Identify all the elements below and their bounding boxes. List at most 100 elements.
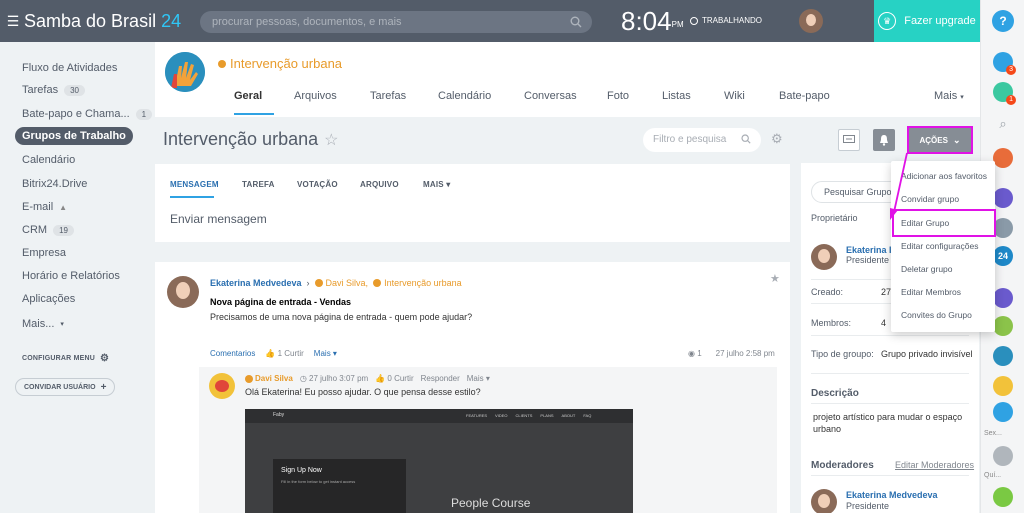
tab-geral[interactable]: Geral (234, 90, 262, 102)
lock-icon[interactable] (993, 316, 1013, 336)
menu-item-edit-settings[interactable]: Editar configurações (901, 241, 979, 251)
lock-icon[interactable] (993, 402, 1013, 422)
chat-button[interactable] (838, 129, 860, 151)
work-status[interactable]: TRABALHANDO (690, 16, 762, 25)
contact-avatar-icon[interactable] (993, 188, 1013, 208)
post-more-button[interactable]: Mais ▾ (314, 349, 337, 358)
upgrade-button[interactable]: ♛ Fazer upgrade (874, 0, 980, 42)
commenter-avatar[interactable] (209, 373, 235, 399)
tab-wiki[interactable]: Wiki (724, 90, 745, 102)
notifications-button[interactable] (873, 129, 895, 151)
gear-icon[interactable]: ⚙ (771, 132, 783, 145)
owner-avatar[interactable] (811, 244, 837, 270)
comments-link[interactable]: Comentarios (210, 349, 255, 358)
top-bar: ☰ Samba do Brasil 24 procurar pessoas, d… (0, 0, 1024, 42)
comment-date[interactable]: ◷ 27 julho 3:07 pm (300, 374, 368, 383)
comment-like-button[interactable]: 👍 0 Curtir (375, 374, 413, 383)
tab-arquivo[interactable]: ARQUIVO (360, 180, 399, 189)
image-nav-item: CLIENTS (515, 413, 533, 418)
post-author-link[interactable]: Ekaterina Medvedeva (210, 278, 302, 288)
tab-mais[interactable]: Mais ▾ (934, 90, 964, 102)
comment-author-link[interactable]: Davi Silva (245, 374, 293, 383)
menu-item-edit-members[interactable]: Editar Membros (901, 287, 961, 297)
sidebar-item-time[interactable]: Horário e Relatórios (22, 270, 120, 282)
members-value[interactable]: 4 (881, 318, 886, 328)
star-icon[interactable]: ☆ (324, 130, 338, 150)
menu-item-invite-group[interactable]: Convidar grupo (901, 194, 959, 204)
sidebar-item-company[interactable]: Empresa (22, 247, 66, 259)
rail-search-icon[interactable]: ⌕ (993, 114, 1013, 134)
group-logo[interactable] (165, 52, 205, 92)
contact-avatar-icon[interactable] (993, 376, 1013, 396)
user-avatar[interactable] (799, 9, 823, 33)
moderator-name-link[interactable]: Ekaterina Medvedeva (846, 490, 938, 500)
menu-item-group-invites[interactable]: Convites do Grupo (901, 310, 972, 320)
configure-menu-button[interactable]: CONFIGURAR MENU ⚙ (22, 353, 109, 364)
menu-item-edit-group[interactable]: Editar Grupo (901, 218, 949, 228)
chevron-right-icon: › (306, 278, 310, 288)
sidebar-item-email[interactable]: E-mail ▲ (22, 201, 67, 213)
page-title-text: Intervenção urbana (163, 129, 319, 149)
star-icon[interactable]: ★ (770, 272, 780, 285)
attached-image[interactable]: Faby FEATURES VIDEO CLIENTS PLANS ABOUT … (245, 409, 633, 513)
tab-tarefa[interactable]: TAREFA (242, 180, 275, 189)
sidebar-item-chat[interactable]: Bate-papo e Chama... 1 (22, 108, 153, 120)
tab-bate-papo[interactable]: Bate-papo (779, 90, 830, 102)
moderator-avatar[interactable] (811, 489, 837, 513)
post-recipient-group[interactable]: Intervenção urbana (373, 278, 462, 288)
bitrix24-icon[interactable]: 24 (993, 246, 1013, 266)
tab-calendario[interactable]: Calendário (438, 90, 491, 102)
owner-name-link[interactable]: Ekaterina I (846, 245, 892, 255)
notifications-icon[interactable]: 3 (993, 52, 1016, 75)
group-name[interactable]: Intervenção urbana (218, 56, 342, 71)
tab-tarefas[interactable]: Tarefas (370, 90, 406, 102)
created-label: Creado: (811, 287, 844, 297)
contact-avatar-icon[interactable] (993, 218, 1013, 238)
edit-moderators-link[interactable]: Editar Moderadores (895, 460, 974, 470)
portal-logo[interactable]: Samba do Brasil 24 (24, 11, 181, 32)
tab-mais[interactable]: MAIS ▾ (423, 180, 450, 189)
group-search-input[interactable]: Pesquisar Grupo (811, 181, 901, 203)
sidebar-item-crm[interactable]: CRM 19 (22, 224, 74, 236)
sidebar-item-calendar[interactable]: Calendário (22, 154, 75, 166)
group-icon[interactable] (993, 288, 1013, 308)
recipient-label: Intervenção urbana (384, 278, 462, 288)
contact-avatar-icon[interactable] (993, 446, 1013, 466)
help-icon[interactable]: ? (992, 10, 1014, 32)
global-search-input[interactable]: procurar pessoas, documentos, e mais (200, 11, 592, 33)
sidebar-item-label: Empresa (22, 247, 67, 259)
sidebar-item-drive[interactable]: Bitrix24.Drive (22, 178, 87, 190)
sidebar-item-workgroups[interactable]: Grupos de Trabalho (15, 127, 133, 145)
notifications-badge: 3 (1006, 65, 1016, 75)
like-button[interactable]: 👍 1 Curtir (265, 349, 303, 358)
menu-item-delete-group[interactable]: Deletar grupo (901, 264, 953, 274)
sidebar-item-activity[interactable]: Fluxo de Atividades (22, 62, 117, 74)
clock-ampm: PM (671, 20, 684, 29)
invite-user-button[interactable]: CONVIDAR USUÁRIO + (15, 378, 116, 396)
comment-more-button[interactable]: Mais ▾ (467, 374, 490, 383)
filter-search-input[interactable]: Filtro e pesquisa (643, 128, 761, 152)
tab-mensagem[interactable]: MENSAGEM (170, 180, 219, 189)
tab-foto[interactable]: Foto (607, 90, 629, 102)
tab-listas[interactable]: Listas (662, 90, 691, 102)
tab-arquivos[interactable]: Arquivos (294, 90, 337, 102)
group-icon[interactable] (993, 346, 1013, 366)
post-date[interactable]: 27 julho 2:58 pm (716, 349, 775, 358)
menu-icon[interactable]: ☰ (2, 13, 24, 30)
message-input[interactable]: Enviar mensagem (170, 212, 267, 226)
contact-avatar-icon[interactable] (993, 148, 1013, 168)
actions-button[interactable]: AÇÕES ⌄ (907, 126, 973, 154)
author-avatar[interactable] (167, 276, 199, 308)
phone-icon[interactable] (993, 487, 1013, 507)
tab-conversas[interactable]: Conversas (524, 90, 577, 102)
sidebar-item-tasks[interactable]: Tarefas 30 (22, 84, 85, 96)
clock[interactable]: 8:04PM (621, 4, 684, 38)
chat-icon[interactable]: 1 (993, 82, 1016, 105)
image-headline: People Course (451, 496, 531, 510)
sidebar-item-apps[interactable]: Aplicações (22, 293, 75, 305)
tab-votacao[interactable]: VOTAÇÃO (297, 180, 338, 189)
menu-item-add-favorites[interactable]: Adicionar aos favoritos (901, 171, 987, 181)
post-recipient-user[interactable]: Davi Silva, (314, 278, 368, 288)
sidebar-item-more[interactable]: Mais... ▾ (22, 318, 64, 330)
reply-link[interactable]: Responder (421, 374, 460, 383)
